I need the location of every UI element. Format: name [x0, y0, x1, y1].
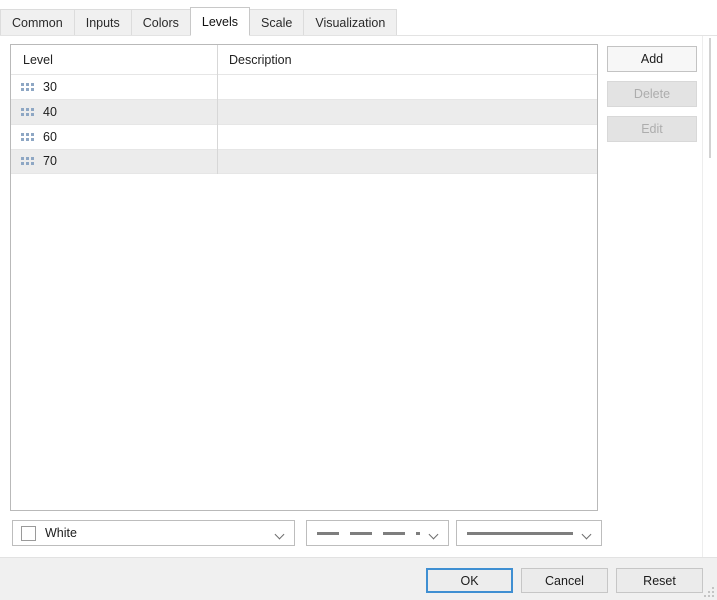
levels-table: Level Description 30 40 60 70 [10, 44, 598, 511]
delete-button: Delete [607, 81, 697, 107]
table-row[interactable]: 60 [11, 124, 597, 149]
cell-level: 30 [11, 81, 217, 94]
dashed-line-preview [317, 532, 420, 535]
levels-settings-dialog: Common Inputs Colors Levels Scale Visual… [0, 0, 717, 600]
line-width-select[interactable] [456, 520, 602, 546]
cell-level: 70 [11, 155, 217, 168]
column-header-description: Description [229, 52, 292, 67]
tab-bar: Common Inputs Colors Levels Scale Visual… [0, 0, 717, 36]
color-select[interactable]: White [12, 520, 295, 546]
solid-line-preview [467, 532, 573, 535]
table-header-row: Level Description [11, 45, 597, 74]
tab-bar-underline [0, 35, 717, 36]
table-row[interactable]: 30 [11, 74, 597, 99]
add-button[interactable]: Add [607, 46, 697, 72]
tab-colors[interactable]: Colors [130, 9, 191, 36]
drag-handle-icon[interactable] [21, 132, 34, 142]
line-style-select[interactable] [306, 520, 449, 546]
cancel-button[interactable]: Cancel [521, 568, 608, 593]
dialog-footer: OK Cancel Reset [0, 558, 717, 600]
level-value: 40 [43, 104, 57, 119]
tab-common[interactable]: Common [0, 9, 75, 36]
color-select-value: White [45, 526, 77, 540]
reset-button[interactable]: Reset [616, 568, 703, 593]
edit-button: Edit [607, 116, 697, 142]
chevron-down-icon [583, 531, 592, 536]
ok-button[interactable]: OK [426, 568, 513, 593]
resize-grip-icon[interactable] [702, 585, 714, 597]
level-value: 70 [43, 154, 57, 169]
levels-actions: Add Delete Edit [607, 46, 697, 151]
cell-level: 60 [11, 131, 217, 144]
color-swatch [21, 525, 36, 541]
level-value: 30 [43, 79, 57, 94]
chevron-down-icon [276, 531, 285, 536]
tab-inputs[interactable]: Inputs [73, 9, 132, 36]
column-divider [217, 45, 218, 174]
tab-levels[interactable]: Levels [189, 7, 251, 36]
table-row[interactable]: 70 [11, 149, 597, 174]
table-body: 30 40 60 70 [11, 74, 597, 174]
drag-handle-icon[interactable] [21, 82, 34, 92]
style-controls: White [12, 520, 602, 546]
level-value: 60 [43, 129, 57, 144]
vertical-scrollbar[interactable] [702, 36, 717, 557]
column-header-level: Level [23, 52, 53, 67]
drag-handle-icon[interactable] [21, 157, 34, 166]
cell-level: 40 [11, 106, 217, 119]
table-row[interactable]: 40 [11, 99, 597, 124]
tab-scale[interactable]: Scale [249, 9, 305, 36]
drag-handle-icon[interactable] [21, 107, 34, 117]
chevron-down-icon [430, 531, 439, 536]
scrollbar-thumb[interactable] [709, 38, 711, 158]
tab-visualization[interactable]: Visualization [303, 9, 398, 36]
